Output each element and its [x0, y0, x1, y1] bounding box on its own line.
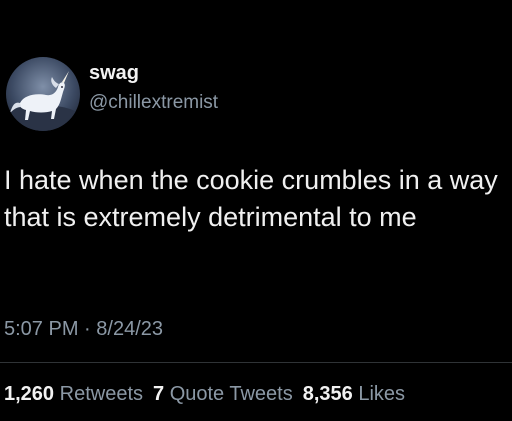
tweet-timestamp[interactable]: 5:07 PM · 8/24/23 [4, 318, 163, 341]
tweet-date: 8/24/23 [96, 318, 164, 340]
tweet-stats: 1,260 Retweets 7 Quote Tweets 8,356 Likes [4, 383, 405, 406]
retweets-count: 1,260 [4, 383, 55, 405]
quote-tweets-count: 7 [153, 383, 165, 405]
unicorn-avatar-icon [6, 57, 80, 131]
avatar[interactable] [6, 57, 80, 131]
likes-stat[interactable]: 8,356 Likes [303, 383, 405, 406]
timestamp-separator: · [84, 318, 91, 340]
retweets-label: Retweets [59, 383, 143, 405]
tweet-card: swag @chillextremist I hate when the coo… [0, 0, 512, 421]
user-handle[interactable]: @chillextremist [89, 92, 218, 114]
retweets-stat[interactable]: 1,260 Retweets [4, 383, 143, 406]
quote-tweets-stat[interactable]: 7 Quote Tweets [153, 383, 293, 406]
display-name[interactable]: swag [89, 62, 139, 85]
likes-count: 8,356 [302, 383, 353, 405]
tweet-text: I hate when the cookie crumbles in a way… [4, 165, 498, 232]
tweet-time: 5:07 PM [4, 318, 79, 340]
divider [0, 362, 512, 363]
likes-label: Likes [358, 383, 406, 405]
quote-tweets-label: Quote Tweets [169, 383, 293, 405]
